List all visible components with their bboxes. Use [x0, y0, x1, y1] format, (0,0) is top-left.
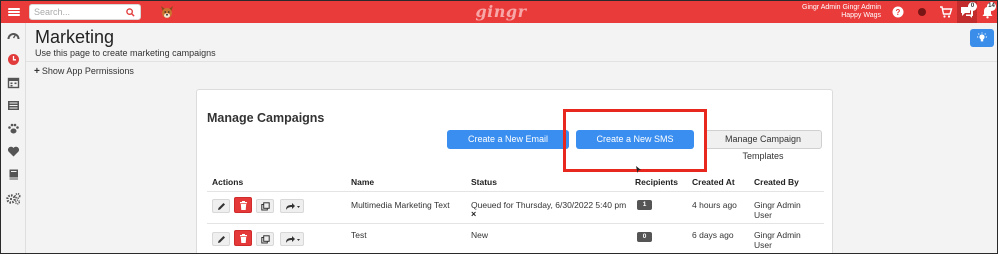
campaign-status: Queued for Thursday, 6/30/2022 5:40 pm [471, 200, 627, 210]
edit-button[interactable] [212, 199, 230, 213]
sidebar [1, 23, 26, 253]
page-subtitle: Use this page to create marketing campai… [35, 48, 216, 58]
table-divider [207, 223, 824, 224]
dog-logo[interactable] [159, 4, 175, 20]
column-header-recipients[interactable]: Recipients [635, 177, 678, 187]
notifications-badge: 14 [987, 2, 996, 11]
manage-campaign-templates-button[interactable]: Manage Campaign Templates [704, 130, 822, 161]
chat-button[interactable]: 0 [957, 1, 977, 23]
clock-icon[interactable] [7, 53, 20, 66]
main-content: Marketing Use this page to create market… [26, 23, 997, 253]
user-menu[interactable]: Gingr Admin Gingr Admin Happy Wags [802, 4, 881, 20]
table-divider [207, 191, 824, 192]
list-icon[interactable] [7, 99, 20, 112]
dashboard-icon[interactable] [7, 29, 20, 42]
brand-logo[interactable]: gingr [471, 2, 531, 22]
created-by: Gingr Admin User [754, 230, 801, 250]
svg-text:?: ? [896, 8, 901, 17]
edit-button[interactable] [212, 232, 230, 246]
paw-icon[interactable] [7, 122, 20, 135]
permissions-label: Show App Permissions [41, 66, 134, 76]
hamburger-icon[interactable] [7, 5, 21, 19]
top-bar: gingr Gingr Admin Gingr Admin Happy Wags… [1, 1, 997, 23]
pencil-icon [218, 236, 225, 243]
highlight-box [563, 109, 707, 172]
divider [26, 61, 997, 62]
cancel-schedule-icon[interactable]: × [471, 209, 476, 219]
search-icon[interactable] [126, 8, 135, 17]
column-header-status[interactable]: Status [471, 177, 497, 187]
column-header-created-at[interactable]: Created At [692, 177, 735, 187]
status-dot-icon[interactable] [915, 5, 929, 19]
duplicate-button[interactable] [256, 199, 274, 213]
column-header-created-by[interactable]: Created By [754, 177, 799, 187]
help-icon[interactable]: ? [891, 5, 905, 19]
column-header-name[interactable]: Name [351, 177, 374, 187]
cart-icon[interactable] [939, 5, 953, 19]
business-name: Happy Wags [841, 12, 881, 19]
manage-campaigns-card: Manage Campaigns Create a New Email Camp… [196, 89, 833, 253]
recipients-badge: 0 [637, 232, 652, 242]
column-header-actions[interactable]: Actions [212, 177, 243, 187]
campaign-name[interactable]: Multimedia Marketing Text [351, 200, 450, 210]
lightbulb-icon [977, 32, 987, 42]
chat-badge: 0 [968, 2, 977, 11]
search-box [29, 4, 141, 20]
share-dropdown-button[interactable] [280, 232, 304, 246]
created-by-line: User [754, 240, 772, 250]
delete-button[interactable] [234, 197, 252, 213]
trash-icon [240, 234, 247, 243]
pencil-icon [218, 203, 225, 210]
share-dropdown-button[interactable] [280, 199, 304, 213]
heart-icon[interactable] [7, 145, 20, 158]
mouse-cursor-icon [636, 166, 641, 173]
copy-icon [261, 202, 270, 211]
recipients-badge: 1 [637, 200, 652, 210]
created-by-line: Gingr Admin [754, 230, 801, 240]
calendar-icon[interactable] [7, 76, 20, 89]
page-title: Marketing [35, 27, 115, 47]
book-icon[interactable] [7, 168, 20, 181]
settings-icon[interactable] [6, 192, 21, 205]
duplicate-button[interactable] [256, 232, 274, 246]
user-name: Gingr Admin Gingr Admin [802, 4, 881, 11]
copy-icon [261, 235, 270, 244]
create-email-campaign-button[interactable]: Create a New Email Campaign [447, 130, 569, 163]
created-by-line: User [754, 210, 772, 220]
plus-icon: + [34, 66, 40, 77]
created-at: 6 days ago [692, 230, 734, 240]
share-icon [286, 236, 300, 243]
created-by: Gingr Admin User [754, 200, 801, 220]
campaign-name[interactable]: Test [351, 230, 367, 240]
show-app-permissions-link[interactable]: + Show App Permissions [34, 66, 134, 77]
created-by-line: Gingr Admin [754, 200, 801, 210]
tips-button[interactable] [970, 29, 994, 47]
trash-icon [240, 201, 247, 210]
app-window: gingr Gingr Admin Gingr Admin Happy Wags… [0, 0, 998, 254]
campaign-status: New [471, 230, 489, 240]
search-input[interactable] [34, 5, 124, 19]
notifications-button[interactable]: 14 [977, 1, 997, 23]
created-at: 4 hours ago [692, 200, 737, 210]
card-title: Manage Campaigns [207, 111, 325, 125]
share-icon [286, 203, 300, 210]
delete-button[interactable] [234, 230, 252, 246]
